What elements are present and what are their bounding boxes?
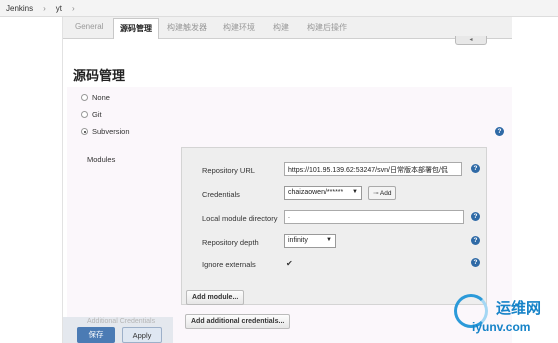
repository-depth-value: infinity — [288, 237, 308, 244]
scm-option-label: Git — [92, 110, 102, 119]
breadcrumb-separator: › — [72, 3, 75, 13]
add-additional-credentials-button[interactable]: Add additional credentials... — [185, 314, 291, 329]
breadcrumb-yt[interactable]: yt — [56, 4, 62, 13]
radio-none[interactable] — [81, 94, 88, 101]
tab-build-triggers[interactable]: 构建触发器 — [167, 22, 207, 33]
breadcrumb: Jenkins › yt › — [0, 0, 558, 17]
repository-depth-select[interactable]: infinity ▼ — [284, 234, 336, 248]
modules-label: Modules — [87, 155, 116, 164]
save-button[interactable]: 保存 — [77, 327, 115, 343]
local-module-directory-input[interactable]: . — [284, 210, 464, 224]
ignore-externals-label: Ignore externals — [202, 260, 256, 269]
scm-option-subversion[interactable]: Subversion — [81, 127, 130, 136]
tab-source-code-management[interactable]: 源码管理 — [113, 18, 159, 39]
radio-subversion[interactable] — [81, 128, 88, 135]
tab-build[interactable]: 构建 — [273, 22, 289, 33]
dropdown-arrow-icon: ▼ — [326, 237, 332, 243]
help-icon[interactable]: ? — [471, 258, 480, 267]
module-subpanel: Repository URL https://101.95.139.62:532… — [181, 147, 487, 305]
tab-bar: General 源码管理 构建触发器 构建环境 构建 构建后操作 — [63, 17, 513, 39]
credentials-select[interactable]: chaizaowen/****** ▼ — [284, 186, 362, 200]
help-icon[interactable]: ? — [495, 127, 504, 136]
key-icon: ⊸ — [373, 190, 379, 197]
repository-url-input[interactable]: https://101.95.139.62:53247/svn/日常版本部署包/… — [284, 162, 462, 176]
collapsed-config-button[interactable]: ◂ — [455, 36, 487, 45]
credentials-value: chaizaowen/****** — [288, 189, 344, 196]
help-icon[interactable]: ? — [471, 236, 480, 245]
ignore-externals-checkbox[interactable]: ✔ — [286, 260, 294, 268]
scm-option-label: Subversion — [92, 127, 130, 136]
local-module-directory-label: Local module directory — [202, 214, 278, 223]
watermark-brand: 运维网 — [496, 300, 542, 317]
breadcrumb-separator: › — [43, 3, 46, 13]
help-icon[interactable]: ? — [471, 164, 480, 173]
watermark-url: iyunv.com — [472, 320, 531, 334]
left-gutter — [0, 17, 62, 343]
section-title: 源码管理 — [73, 68, 126, 83]
add-module-button[interactable]: Add module... — [186, 290, 245, 305]
additional-credentials-label: Additional Credentials — [87, 318, 156, 325]
add-button-label: Add — [379, 190, 392, 197]
scm-option-label: None — [92, 93, 110, 102]
config-panel: General 源码管理 构建触发器 构建环境 构建 构建后操作 ◂ 源码管理 … — [62, 17, 513, 343]
repository-depth-label: Repository depth — [202, 238, 259, 247]
radio-git[interactable] — [81, 111, 88, 118]
breadcrumb-jenkins[interactable]: Jenkins — [6, 4, 33, 13]
credentials-label: Credentials — [202, 190, 240, 199]
repository-url-label: Repository URL — [202, 166, 255, 175]
add-credentials-button[interactable]: ⊸ Add — [368, 186, 397, 200]
tab-post-build-actions[interactable]: 构建后操作 — [307, 22, 347, 33]
help-icon[interactable]: ? — [471, 212, 480, 221]
dropdown-arrow-icon: ▼ — [352, 189, 358, 195]
tab-general[interactable]: General — [75, 22, 103, 31]
watermark: 运维网 iyunv.com — [450, 292, 558, 343]
scm-option-git[interactable]: Git — [81, 110, 102, 119]
apply-button[interactable]: Apply — [122, 327, 162, 343]
scm-option-none[interactable]: None — [81, 93, 110, 102]
tab-build-environment[interactable]: 构建环境 — [223, 22, 255, 33]
